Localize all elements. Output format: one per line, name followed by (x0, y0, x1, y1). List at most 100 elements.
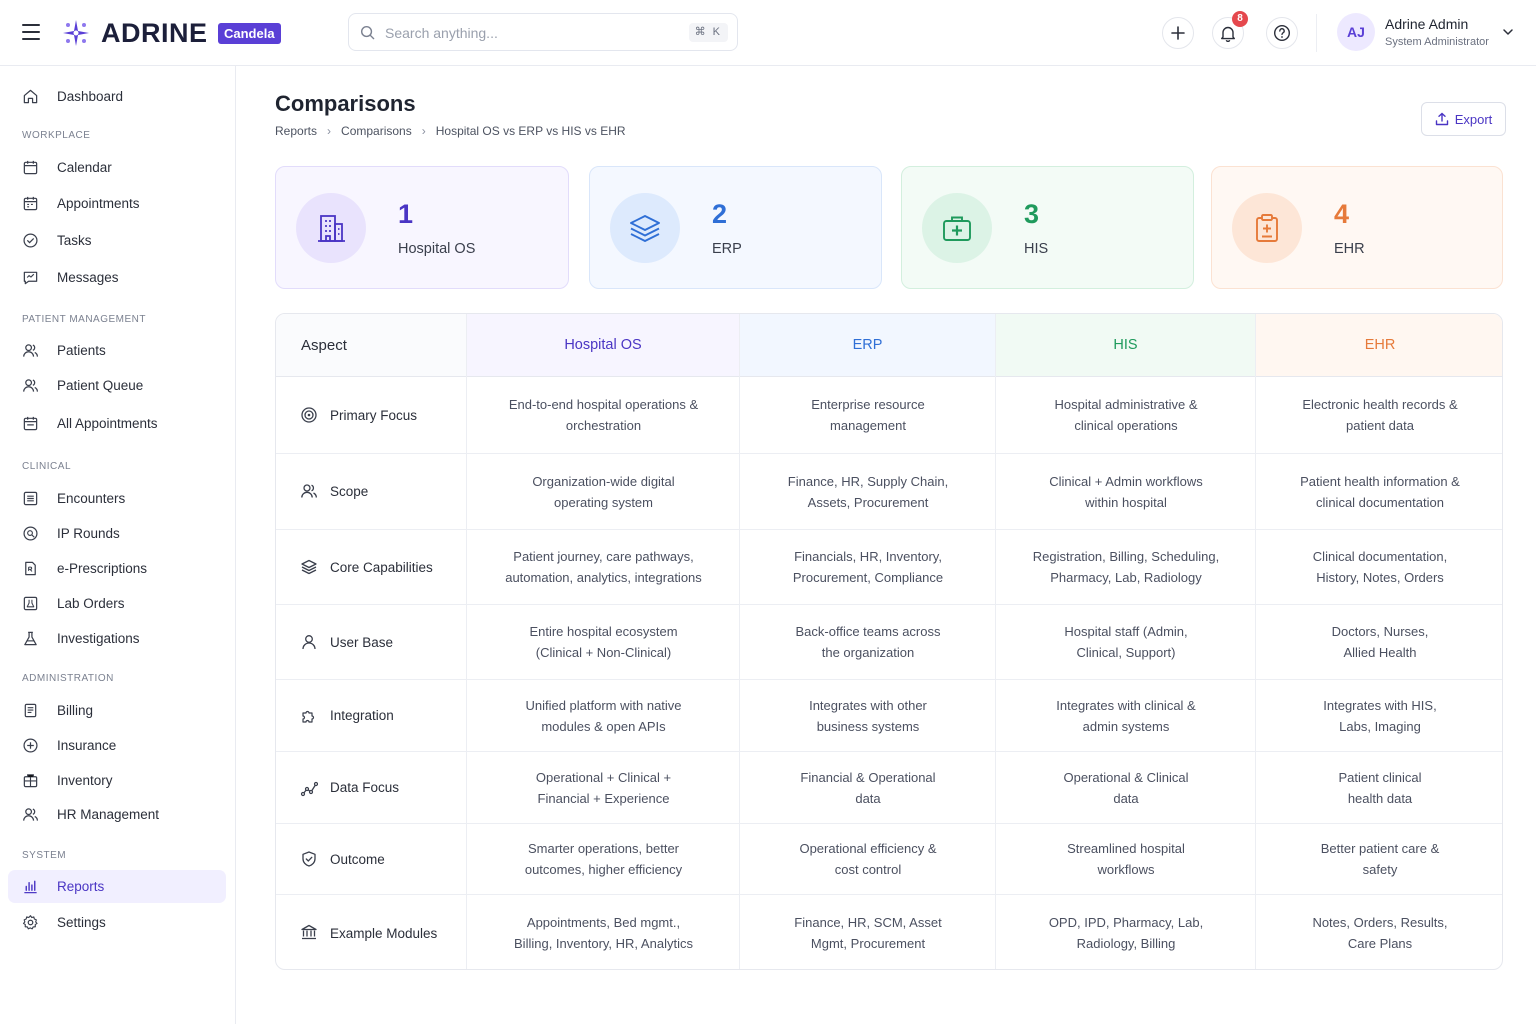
aspect-label: Data Focus (330, 780, 400, 795)
header-erp: ERP (740, 314, 996, 377)
card-his[interactable]: 3 HIS (901, 166, 1194, 289)
aspect-label: Integration (330, 708, 394, 723)
aspect-cell: Outcome (276, 824, 466, 894)
breadcrumb-item-reports[interactable]: Reports (275, 124, 317, 138)
page-title: Comparisons (275, 91, 416, 116)
table-cell: Integrates with clinical & admin systems (1056, 697, 1196, 734)
logo-mark-icon (63, 20, 89, 46)
notifications-button[interactable]: 8 (1212, 11, 1248, 49)
list-icon (23, 491, 38, 506)
sidebar-item-label: Dashboard (57, 89, 124, 104)
card-label: ERP (712, 241, 742, 257)
sidebar-item-label: HR Management (57, 807, 160, 822)
sidebar-item-hr-management[interactable]: HR Management (8, 798, 226, 831)
sidebar-item-lab-orders[interactable]: Lab Orders (8, 587, 226, 620)
gear-icon (22, 915, 38, 930)
export-button[interactable]: Export (1421, 102, 1506, 136)
aspect-label: Outcome (330, 851, 385, 867)
sidebar-item-label: Lab Orders (57, 596, 125, 611)
card-label: HIS (1024, 241, 1049, 257)
calendar-icon (23, 196, 38, 211)
help-button[interactable] (1266, 17, 1298, 49)
card-ehr[interactable]: 4 EHR (1211, 166, 1503, 289)
add-button[interactable] (1162, 17, 1194, 49)
sidebar-item-inventory[interactable]: Inventory (8, 764, 226, 797)
table-cell: Enterprise resource management (811, 397, 925, 433)
brand-badge: Candela (218, 23, 281, 44)
sidebar-item-investigations[interactable]: Investigations (8, 622, 226, 655)
table-cell: Financials, HR, Inventory, Procurement, … (792, 549, 944, 585)
table-cell: Better patient care & safety (1320, 841, 1440, 877)
aspect-cell: Scope (276, 454, 466, 529)
table-cell: Registration, Billing, Scheduling, Pharm… (1032, 549, 1220, 585)
sidebar-item-ip-rounds[interactable]: IP Rounds (8, 517, 226, 550)
table-cell: Financial & Operational data (800, 769, 936, 806)
sidebar-item-all-appointments[interactable]: All Appointments (8, 407, 226, 440)
table-cell: Integrates with HIS, Labs, Imaging (1323, 697, 1437, 734)
users-icon (23, 808, 39, 821)
sidebar-item-e-prescriptions[interactable]: e-Prescriptions (8, 552, 226, 585)
sidebar-item-tasks[interactable]: Tasks (8, 224, 226, 257)
user-divider (1316, 14, 1317, 52)
table-cell: Hospital administrative & clinical opera… (1054, 397, 1198, 433)
sidebar-item-settings[interactable]: Settings (8, 906, 226, 939)
plus-icon (1171, 26, 1185, 40)
card-number: 1 (398, 199, 414, 229)
flask-icon (24, 631, 37, 646)
table-cell: Clinical documentation, History, Notes, … (1312, 549, 1448, 585)
search-circle-icon (23, 526, 38, 541)
aspect-cell: Core Capabilities (276, 530, 466, 604)
bar-chart-icon (24, 880, 37, 894)
sidebar-item-appointments[interactable]: Appointments (8, 187, 226, 220)
sidebar-item-patient-queue[interactable]: Patient Queue (8, 369, 226, 402)
user-name[interactable]: Adrine Admin (1385, 16, 1468, 32)
chevron-down-icon[interactable] (1502, 26, 1514, 38)
header-hospital-os: Hospital OS (467, 314, 740, 377)
table-cell: Clinical + Admin workflows within hospit… (1049, 473, 1203, 510)
document-icon (24, 703, 37, 718)
table-cell: Integrates with other business systems (809, 697, 927, 734)
sidebar-item-label: Messages (57, 270, 119, 285)
sidebar-item-calendar[interactable]: Calendar (8, 151, 226, 184)
users-icon (23, 379, 39, 392)
breadcrumb: Reports › Comparisons › Hospital OS vs E… (275, 124, 626, 138)
home-icon (23, 89, 38, 104)
brand-name: ADRINE (101, 18, 208, 48)
sidebar-item-billing[interactable]: Billing (8, 694, 226, 727)
sidebar-item-dashboard[interactable]: Dashboard (8, 80, 226, 113)
search-box[interactable]: ⌘ K (348, 13, 738, 51)
user-role: System Administrator (1385, 36, 1489, 48)
sidebar-item-messages[interactable]: Messages (8, 261, 226, 294)
table-cell: Doctors, Nurses, Allied Health (1331, 624, 1429, 660)
medical-kit-icon (922, 193, 992, 263)
sidebar-item-encounters[interactable]: Encounters (8, 482, 226, 515)
header-ehr: EHR (1256, 314, 1502, 377)
users-icon (301, 484, 317, 498)
avatar[interactable]: AJ (1337, 13, 1375, 51)
shield-check-icon (302, 851, 316, 867)
header-aspect: Aspect (276, 314, 467, 377)
card-label: EHR (1334, 241, 1365, 257)
sidebar-item-reports[interactable]: Reports (8, 870, 226, 903)
table-cell: Entire hospital ecosystem (Clinical + No… (529, 624, 678, 660)
sidebar-item-label: Investigations (57, 631, 140, 646)
search-shortcut: ⌘ K (688, 23, 728, 42)
card-erp[interactable]: 2 ERP (589, 166, 882, 289)
search-input[interactable] (385, 22, 685, 44)
layers-icon (301, 559, 317, 575)
prescription-icon (25, 561, 36, 576)
lab-icon (23, 596, 38, 611)
table-cell: Notes, Orders, Results, Care Plans (1312, 915, 1448, 951)
layers-icon (610, 193, 680, 263)
chart-nodes-icon (300, 781, 318, 797)
sidebar-item-insurance[interactable]: Insurance (8, 729, 226, 762)
sidebar-item-label: e-Prescriptions (57, 561, 148, 576)
table-cell: Finance, HR, Supply Chain, Assets, Procu… (787, 473, 949, 510)
table-cell: Organization-wide digital operating syst… (532, 473, 675, 510)
breadcrumb-item-comparisons[interactable]: Comparisons (341, 124, 412, 138)
card-label: Hospital OS (398, 241, 476, 257)
card-hospital-os[interactable]: 1 Hospital OS (275, 166, 569, 289)
calendar-icon (23, 160, 38, 175)
menu-icon[interactable] (22, 24, 40, 40)
sidebar-item-patients[interactable]: Patients (8, 334, 226, 367)
